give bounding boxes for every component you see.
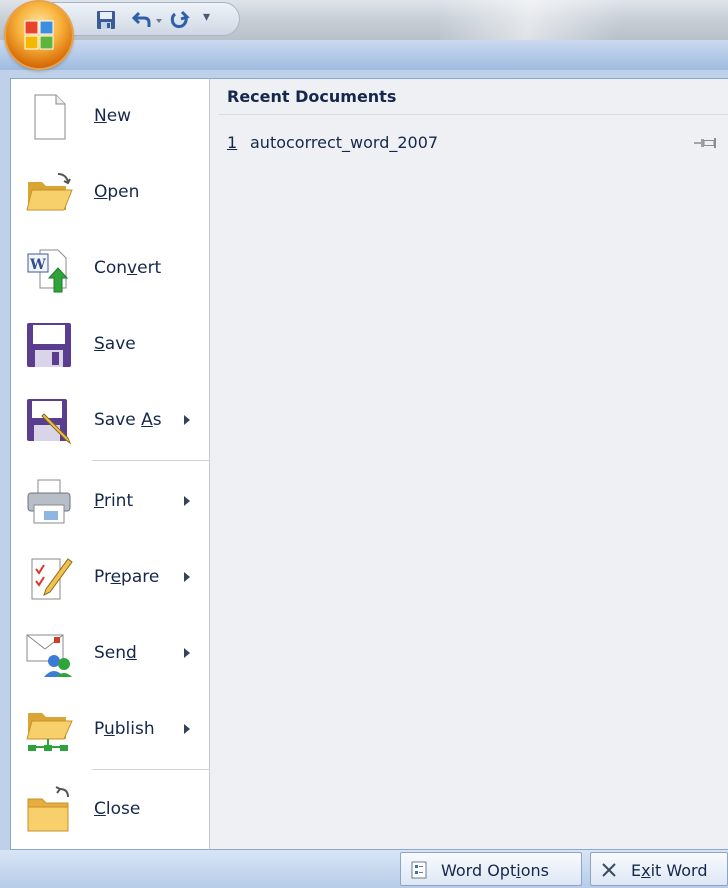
svg-text:W: W <box>29 257 46 273</box>
word-options-label: Word Options <box>441 861 549 880</box>
save-as-icon <box>27 399 72 445</box>
menu-item-convert-label: Convert <box>94 258 162 278</box>
close-x-icon <box>602 863 616 877</box>
menu-item-publish[interactable]: Publish <box>10 693 210 765</box>
options-icon <box>411 861 427 879</box>
redo-icon[interactable] <box>169 9 191 31</box>
menu-item-print-label: Print <box>94 491 134 511</box>
publish-folder-icon <box>26 713 73 751</box>
menu-item-publish-label: Publish <box>94 719 155 739</box>
menu-item-print[interactable]: Print <box>10 465 210 537</box>
submenu-arrow-icon <box>184 648 190 658</box>
menu-item-convert[interactable]: W Convert <box>10 232 210 304</box>
undo-icon[interactable] <box>131 9 153 31</box>
menu-item-prepare-label: Prepare <box>94 567 160 587</box>
quick-access-toolbar: ▾ <box>52 2 240 36</box>
menu-item-save-as-label: Save As <box>94 410 162 430</box>
exit-word-button[interactable]: Exit Word <box>590 852 728 886</box>
open-folder-icon <box>26 173 73 211</box>
submenu-arrow-icon <box>184 572 190 582</box>
menu-item-close-label: Close <box>94 799 141 819</box>
undo-dropdown-icon[interactable] <box>153 9 165 31</box>
prepare-document-icon <box>31 558 73 600</box>
menu-item-new[interactable]: New <box>10 80 210 152</box>
menu-item-close[interactable]: Close <box>10 773 210 845</box>
menu-item-open-label: Open <box>94 182 140 202</box>
recent-document-number: 1 <box>227 133 238 152</box>
printer-icon <box>27 479 71 524</box>
recent-document-name: autocorrect_word_2007 <box>250 133 439 152</box>
exit-word-label: Exit Word <box>631 861 708 880</box>
menu-item-send[interactable]: Send <box>10 617 210 689</box>
save-icon[interactable] <box>95 9 117 31</box>
menu-item-prepare[interactable]: Prepare <box>10 541 210 613</box>
menu-item-save-as[interactable]: Save As <box>10 384 210 456</box>
menu-item-send-label: Send <box>94 643 137 663</box>
recent-documents-title: Recent Documents <box>227 87 397 106</box>
submenu-arrow-icon <box>184 496 190 506</box>
menu-item-save[interactable]: Save <box>10 308 210 380</box>
menu-divider <box>92 769 210 770</box>
new-document-icon <box>34 94 66 140</box>
menu-divider <box>92 460 210 461</box>
send-email-icon <box>26 634 72 677</box>
submenu-arrow-icon <box>184 724 190 734</box>
office-logo-icon <box>24 20 54 50</box>
word-options-button[interactable]: Word Options <box>400 852 582 886</box>
menu-item-open[interactable]: Open <box>10 156 210 228</box>
recent-document-item[interactable]: 1 autocorrect_word_2007 <box>218 128 728 156</box>
save-disk-icon <box>27 323 71 367</box>
customize-quick-access-icon[interactable]: ▾ <box>203 9 210 25</box>
close-folder-icon <box>27 786 69 832</box>
convert-document-icon: W <box>27 249 69 293</box>
recent-documents-divider <box>218 114 728 115</box>
recent-documents-pane <box>210 78 728 850</box>
submenu-arrow-icon <box>184 415 190 425</box>
office-menu-header <box>0 40 728 70</box>
pin-icon[interactable] <box>693 136 717 150</box>
menu-item-new-label: New <box>94 106 132 126</box>
menu-item-save-label: Save <box>94 334 136 354</box>
office-button[interactable] <box>6 2 72 68</box>
